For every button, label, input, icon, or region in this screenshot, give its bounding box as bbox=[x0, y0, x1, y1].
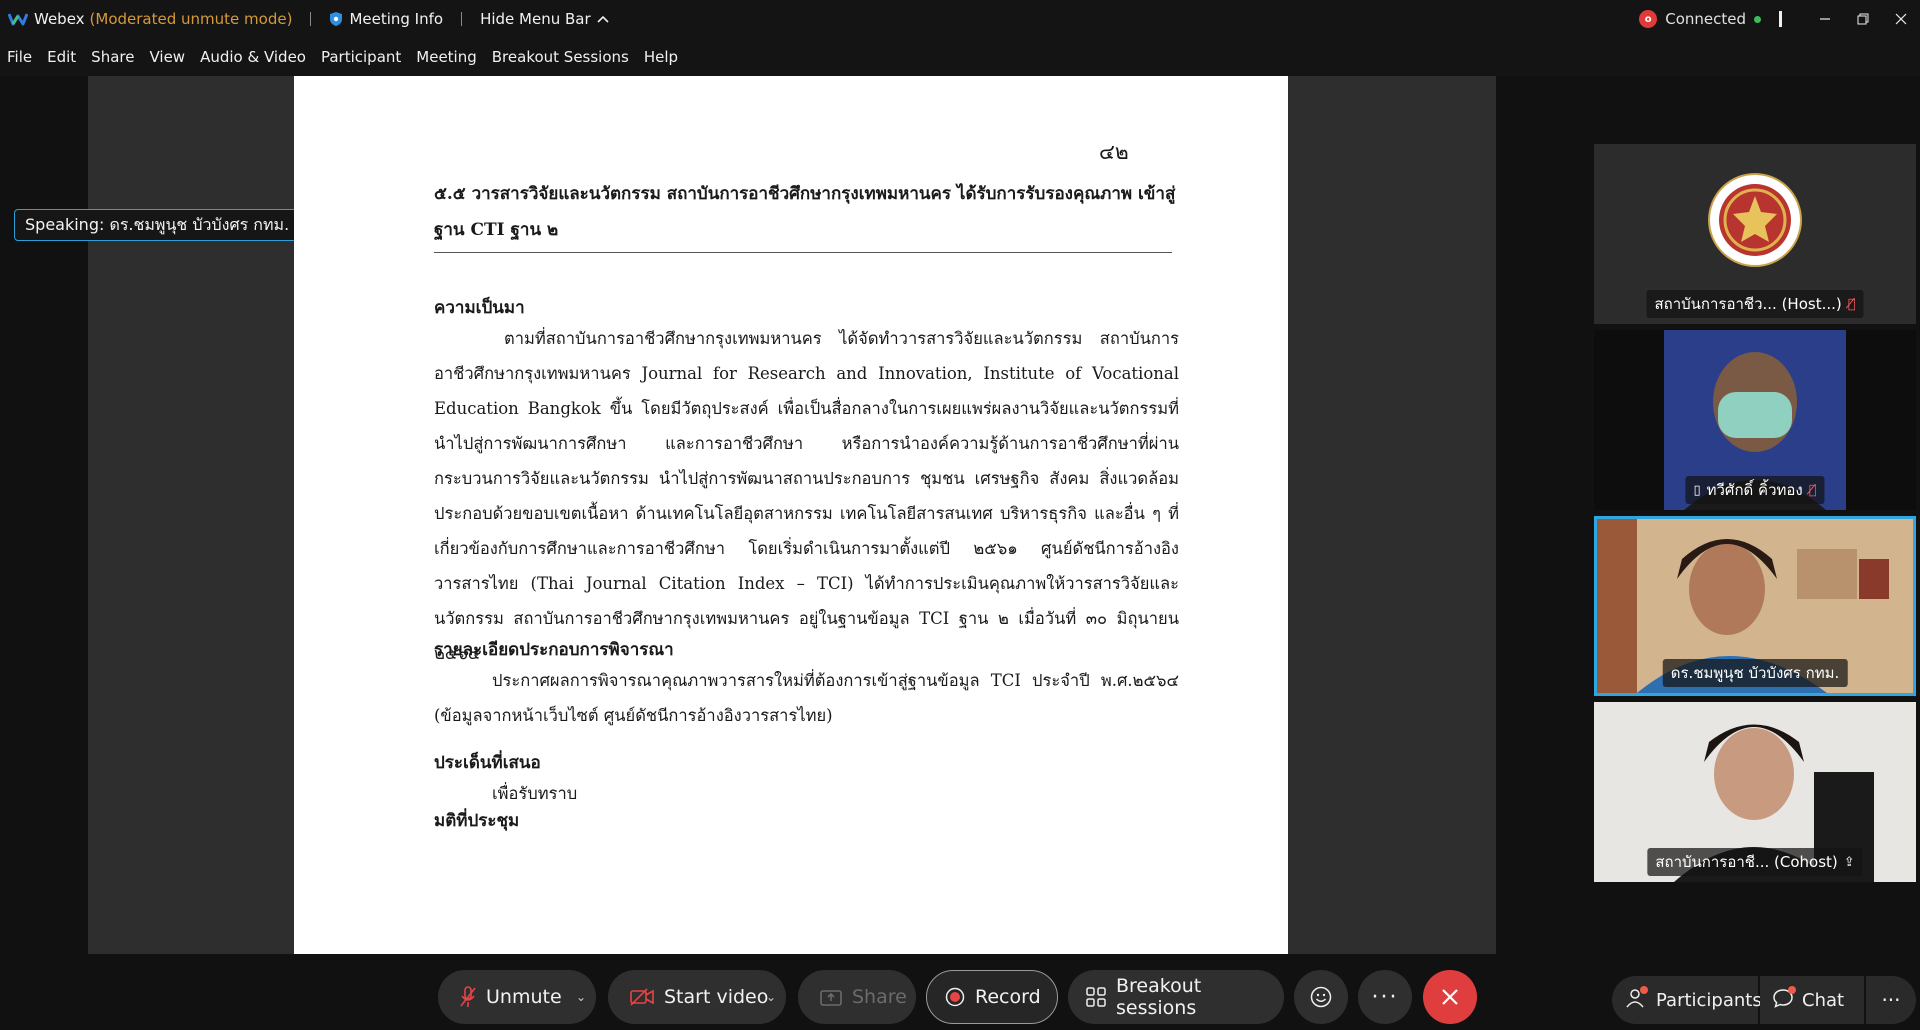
menu-breakout-sessions[interactable]: Breakout Sessions bbox=[492, 48, 629, 66]
section-title-background: ความเป็นมา bbox=[434, 298, 525, 318]
participant-name-tag: ดร.ชมพูนุช บัวบังศร กทม. bbox=[1662, 659, 1848, 687]
section-body-background: ตามที่สถาบันการอาชีวศึกษากรุงเทพมหานคร ไ… bbox=[434, 329, 1179, 663]
participant-name: ทวีศักดิ์ คิ้วทอง bbox=[1706, 481, 1803, 499]
smiley-icon bbox=[1310, 986, 1332, 1008]
page-number: ๔๒ bbox=[1099, 140, 1129, 164]
heading-underline bbox=[434, 252, 1172, 253]
restore-button[interactable] bbox=[1844, 0, 1882, 38]
video-tile-participant-2[interactable]: ▯ ทวีศักดิ์ คิ้วทอง 🎙̸ bbox=[1594, 330, 1916, 510]
leave-meeting-button[interactable] bbox=[1423, 970, 1477, 1024]
hide-menu-bar-button[interactable]: Hide Menu Bar bbox=[480, 10, 609, 28]
shared-document-page: ๔๒ ๕.๕ วารสารวิจัยและนวัตกรรม สถาบันการอ… bbox=[294, 76, 1288, 954]
record-button[interactable]: Record bbox=[926, 970, 1058, 1024]
video-tile-cohost[interactable]: สถาบันการอาชี... (Cohost) ⇪ bbox=[1594, 702, 1916, 882]
divider bbox=[461, 12, 463, 26]
close-icon bbox=[1895, 13, 1907, 25]
minimize-icon bbox=[1820, 18, 1830, 20]
speaking-indicator: Speaking: ดร.ชมพูนุช บัวบังศร กทม. bbox=[14, 209, 301, 241]
hide-menu-bar-label: Hide Menu Bar bbox=[480, 10, 591, 28]
close-window-button[interactable] bbox=[1882, 0, 1920, 38]
start-video-label: Start video bbox=[664, 986, 769, 1008]
chevron-up-icon bbox=[597, 15, 609, 23]
divider bbox=[310, 12, 312, 26]
menu-participant[interactable]: Participant bbox=[321, 48, 401, 66]
panel-more-button[interactable]: ··· bbox=[1866, 976, 1916, 1024]
video-tile-active-speaker[interactable]: ดร.ชมพูนุช บัวบังศร กทม. bbox=[1594, 516, 1916, 696]
participant-name-tag: สถาบันการอาชี... (Cohost) ⇪ bbox=[1647, 848, 1863, 876]
title-bar: Webex (Moderated unmute mode) Meeting In… bbox=[0, 0, 1920, 38]
meeting-info-label: Meeting Info bbox=[349, 10, 444, 28]
minimize-button[interactable] bbox=[1806, 0, 1844, 38]
chevron-down-icon[interactable]: ⌄ bbox=[766, 990, 776, 1004]
document-heading: ๕.๕ วารสารวิจัยและนวัตกรรม สถาบันการอาชี… bbox=[434, 184, 1176, 240]
participants-button[interactable]: Participants bbox=[1612, 976, 1762, 1024]
more-options-button[interactable]: ··· bbox=[1358, 970, 1412, 1024]
sharing-icon: ⇪ bbox=[1843, 854, 1855, 870]
shield-icon bbox=[330, 12, 343, 26]
device-icon: ▯ bbox=[1693, 482, 1701, 498]
participant-name: สถาบันการอาชีว... (Host...) bbox=[1654, 295, 1842, 313]
video-off-icon bbox=[630, 988, 654, 1006]
video-tile-host[interactable]: สถาบันการอาชีว... (Host...) 🎙̸ bbox=[1594, 144, 1916, 324]
meeting-info-button[interactable]: Meeting Info bbox=[329, 10, 443, 28]
start-video-button[interactable]: Start video ⌄ bbox=[608, 970, 786, 1024]
connection-icon: o bbox=[1639, 10, 1658, 28]
chat-icon bbox=[1772, 985, 1796, 1013]
notification-badge bbox=[1788, 985, 1796, 994]
participant-name-tag: สถาบันการอาชีว... (Host...) 🎙̸ bbox=[1646, 290, 1864, 318]
meeting-mode: (Moderated unmute mode) bbox=[89, 10, 293, 28]
chat-label: Chat bbox=[1802, 989, 1845, 1011]
participants-label: Participants bbox=[1656, 989, 1762, 1011]
breakout-label: Breakout sessions bbox=[1116, 975, 1202, 1019]
divider bbox=[1779, 11, 1782, 27]
notification-badge bbox=[1640, 985, 1648, 994]
reactions-button[interactable] bbox=[1294, 970, 1348, 1024]
share-label: Share bbox=[852, 986, 907, 1008]
unmute-button[interactable]: Unmute ⌄ bbox=[438, 970, 596, 1024]
participant-name: ดร.ชมพูนุช บัวบังศร กทม. bbox=[1670, 664, 1840, 682]
more-icon: ··· bbox=[1881, 988, 1901, 1012]
section-body-details: ประกาศผลการพิจารณาคุณภาพวารสารใหม่ที่ต้อ… bbox=[434, 671, 1179, 725]
institution-seal-logo bbox=[1708, 173, 1802, 267]
menu-bar: File Edit Share View Audio & Video Parti… bbox=[0, 38, 1920, 76]
mic-muted-icon: 🎙̸ bbox=[1808, 482, 1817, 498]
share-button[interactable]: Share bbox=[798, 970, 916, 1024]
status-dot bbox=[1754, 15, 1761, 23]
webex-logo-icon bbox=[8, 9, 28, 29]
share-icon bbox=[820, 988, 842, 1006]
connection-label: Connected bbox=[1665, 10, 1746, 28]
participants-icon bbox=[1626, 985, 1648, 1013]
record-label: Record bbox=[975, 986, 1041, 1008]
unmute-label: Unmute bbox=[486, 986, 562, 1008]
menu-share[interactable]: Share bbox=[91, 48, 134, 66]
connection-status[interactable]: o Connected bbox=[1639, 10, 1761, 28]
meeting-controls-bar: Unmute ⌄ Start video ⌄ Share Record Brea… bbox=[0, 954, 1920, 1030]
chevron-down-icon[interactable]: ⌄ bbox=[576, 990, 586, 1004]
restore-icon bbox=[1857, 13, 1869, 25]
chat-button[interactable]: Chat bbox=[1760, 976, 1864, 1024]
menu-help[interactable]: Help bbox=[644, 48, 678, 66]
menu-audio-video[interactable]: Audio & Video bbox=[200, 48, 306, 66]
mic-muted-icon: 🎙̸ bbox=[1847, 296, 1856, 312]
breakout-sessions-button[interactable]: Breakout sessions bbox=[1068, 970, 1284, 1024]
participant-name: สถาบันการอาชี... (Cohost) bbox=[1655, 853, 1838, 871]
breakout-icon bbox=[1086, 987, 1106, 1007]
participant-name-tag: ▯ ทวีศักดิ์ คิ้วทอง 🎙̸ bbox=[1685, 476, 1825, 504]
section-title-proposal: ประเด็นที่เสนอ bbox=[434, 753, 541, 773]
section-title-resolution: มติที่ประชุม bbox=[434, 811, 520, 831]
section-title-details: รายละเอียดประกอบการพิจารณา bbox=[434, 640, 674, 660]
section-body-proposal: เพื่อรับทราบ bbox=[492, 784, 578, 803]
menu-meeting[interactable]: Meeting bbox=[416, 48, 476, 66]
record-icon bbox=[945, 987, 965, 1007]
app-title: Webex bbox=[34, 10, 85, 28]
more-icon: ··· bbox=[1371, 984, 1399, 1010]
menu-file[interactable]: File bbox=[7, 48, 32, 66]
mic-muted-icon bbox=[460, 986, 476, 1008]
menu-edit[interactable]: Edit bbox=[47, 48, 76, 66]
menu-view[interactable]: View bbox=[149, 48, 185, 66]
close-icon bbox=[1442, 989, 1458, 1005]
